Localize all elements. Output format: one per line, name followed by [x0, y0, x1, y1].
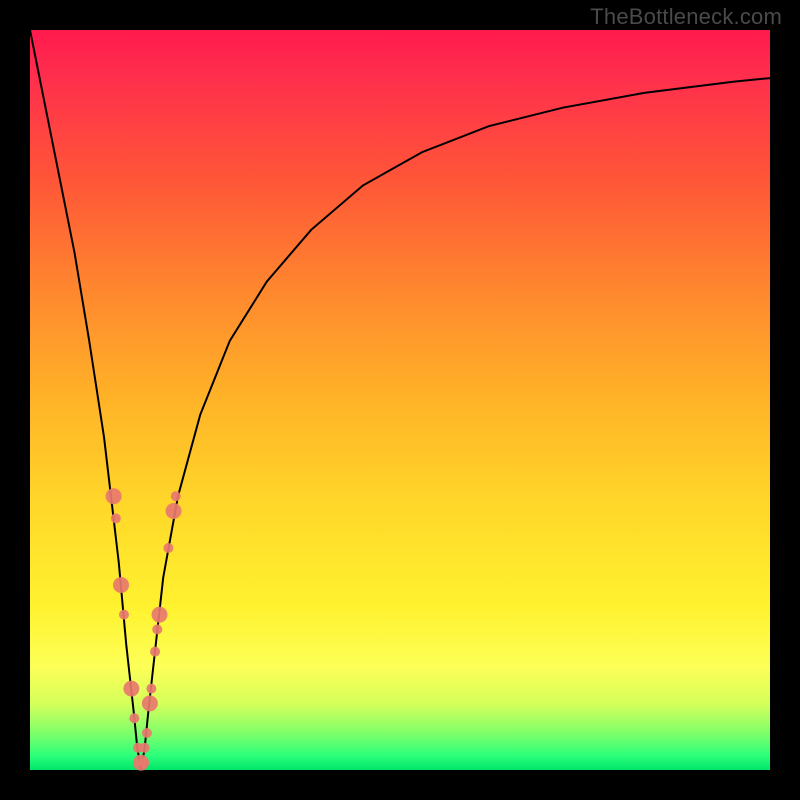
scatter-point — [111, 513, 121, 523]
scatter-point — [171, 491, 181, 501]
scatter-point — [106, 488, 122, 504]
scatter-point — [166, 503, 182, 519]
scatter-point — [129, 713, 139, 723]
scatter-point — [150, 647, 160, 657]
scatter-points — [106, 488, 182, 770]
scatter-point — [138, 758, 148, 768]
watermark-text: TheBottleneck.com — [590, 4, 782, 30]
scatter-point — [142, 728, 152, 738]
chart-frame: TheBottleneck.com — [0, 0, 800, 800]
scatter-point — [142, 695, 158, 711]
chart-svg — [30, 30, 770, 770]
scatter-point — [123, 681, 139, 697]
scatter-point — [140, 743, 150, 753]
scatter-point — [119, 610, 129, 620]
scatter-point — [152, 624, 162, 634]
plot-area — [30, 30, 770, 770]
scatter-point — [152, 607, 168, 623]
bottleneck-curve — [30, 30, 770, 770]
scatter-point — [113, 577, 129, 593]
scatter-point — [163, 543, 173, 553]
scatter-point — [146, 684, 156, 694]
